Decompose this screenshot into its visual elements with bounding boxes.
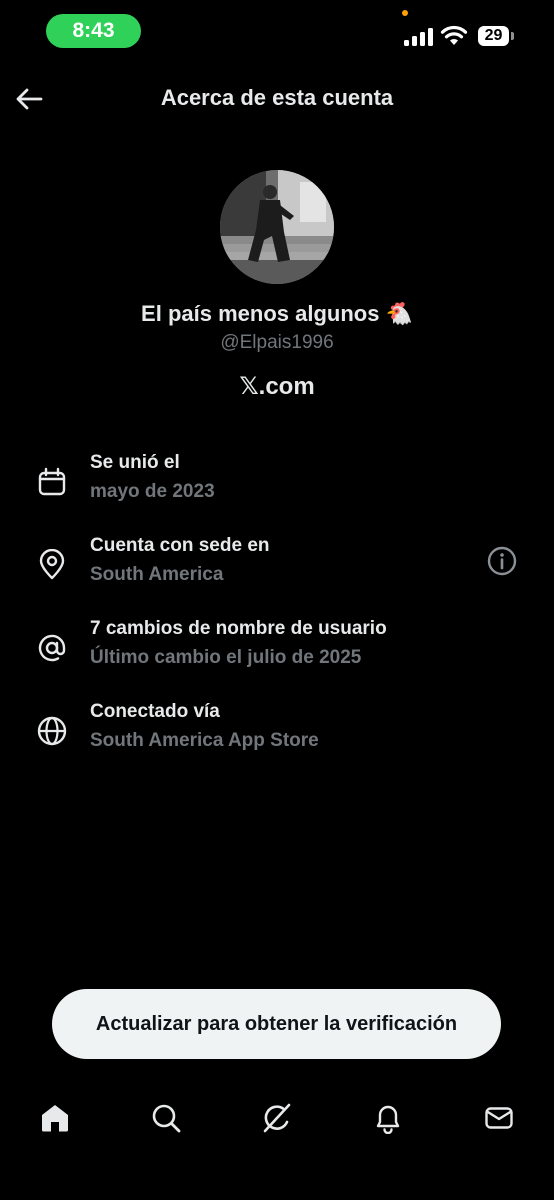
battery-icon: 29 xyxy=(478,26,514,46)
info-title: 7 cambios de nombre de usuario xyxy=(90,618,387,639)
info-row-location: Cuenta con sede en South America xyxy=(0,535,554,599)
info-icon[interactable] xyxy=(486,545,518,577)
avatar[interactable] xyxy=(220,170,334,284)
search-icon xyxy=(152,1104,181,1133)
grok-icon xyxy=(263,1103,291,1133)
get-verified-button[interactable]: Actualizar para obtener la verificación xyxy=(52,989,501,1059)
calendar-icon xyxy=(38,467,66,496)
display-name: El país menos algunos 🐔 xyxy=(141,301,413,326)
microphone-indicator-icon xyxy=(402,10,408,16)
info-title: Conectado vía xyxy=(90,701,220,722)
bell-icon xyxy=(376,1105,400,1134)
info-subtitle: mayo de 2023 xyxy=(90,481,215,502)
globe-icon xyxy=(37,716,67,746)
status-bar: 8:43 29 xyxy=(0,0,554,64)
mail-icon xyxy=(485,1107,513,1129)
info-row-username-changes: 7 cambios de nombre de usuario Último ca… xyxy=(0,618,554,682)
page-title: Acerca de esta cuenta xyxy=(160,85,394,110)
nav-notifications[interactable] xyxy=(368,1098,408,1138)
site-label: 𝕏.com xyxy=(239,373,315,400)
nav-grok[interactable] xyxy=(257,1098,297,1138)
at-sign-icon xyxy=(38,634,66,662)
nav-home[interactable] xyxy=(35,1098,75,1138)
info-title: Se unió el xyxy=(90,452,180,473)
nav-search[interactable] xyxy=(146,1098,186,1138)
status-time: 8:43 xyxy=(46,14,141,48)
info-subtitle: Último cambio el julio de 2025 xyxy=(90,647,362,668)
battery-level: 29 xyxy=(478,26,509,46)
info-subtitle: South America App Store xyxy=(90,730,319,751)
home-icon xyxy=(42,1105,68,1132)
info-title: Cuenta con sede en xyxy=(90,535,270,556)
bottom-nav xyxy=(0,1088,554,1148)
info-row-connected-via: Conectado vía South America App Store xyxy=(0,701,554,765)
info-subtitle: South America xyxy=(90,564,224,585)
info-row-joined: Se unió el mayo de 2023 xyxy=(0,452,554,516)
wifi-icon xyxy=(440,25,468,45)
nav-messages[interactable] xyxy=(479,1098,519,1138)
location-pin-icon xyxy=(39,549,65,580)
username-handle: @Elpais1996 xyxy=(220,332,334,353)
cellular-signal-icon xyxy=(404,28,433,46)
